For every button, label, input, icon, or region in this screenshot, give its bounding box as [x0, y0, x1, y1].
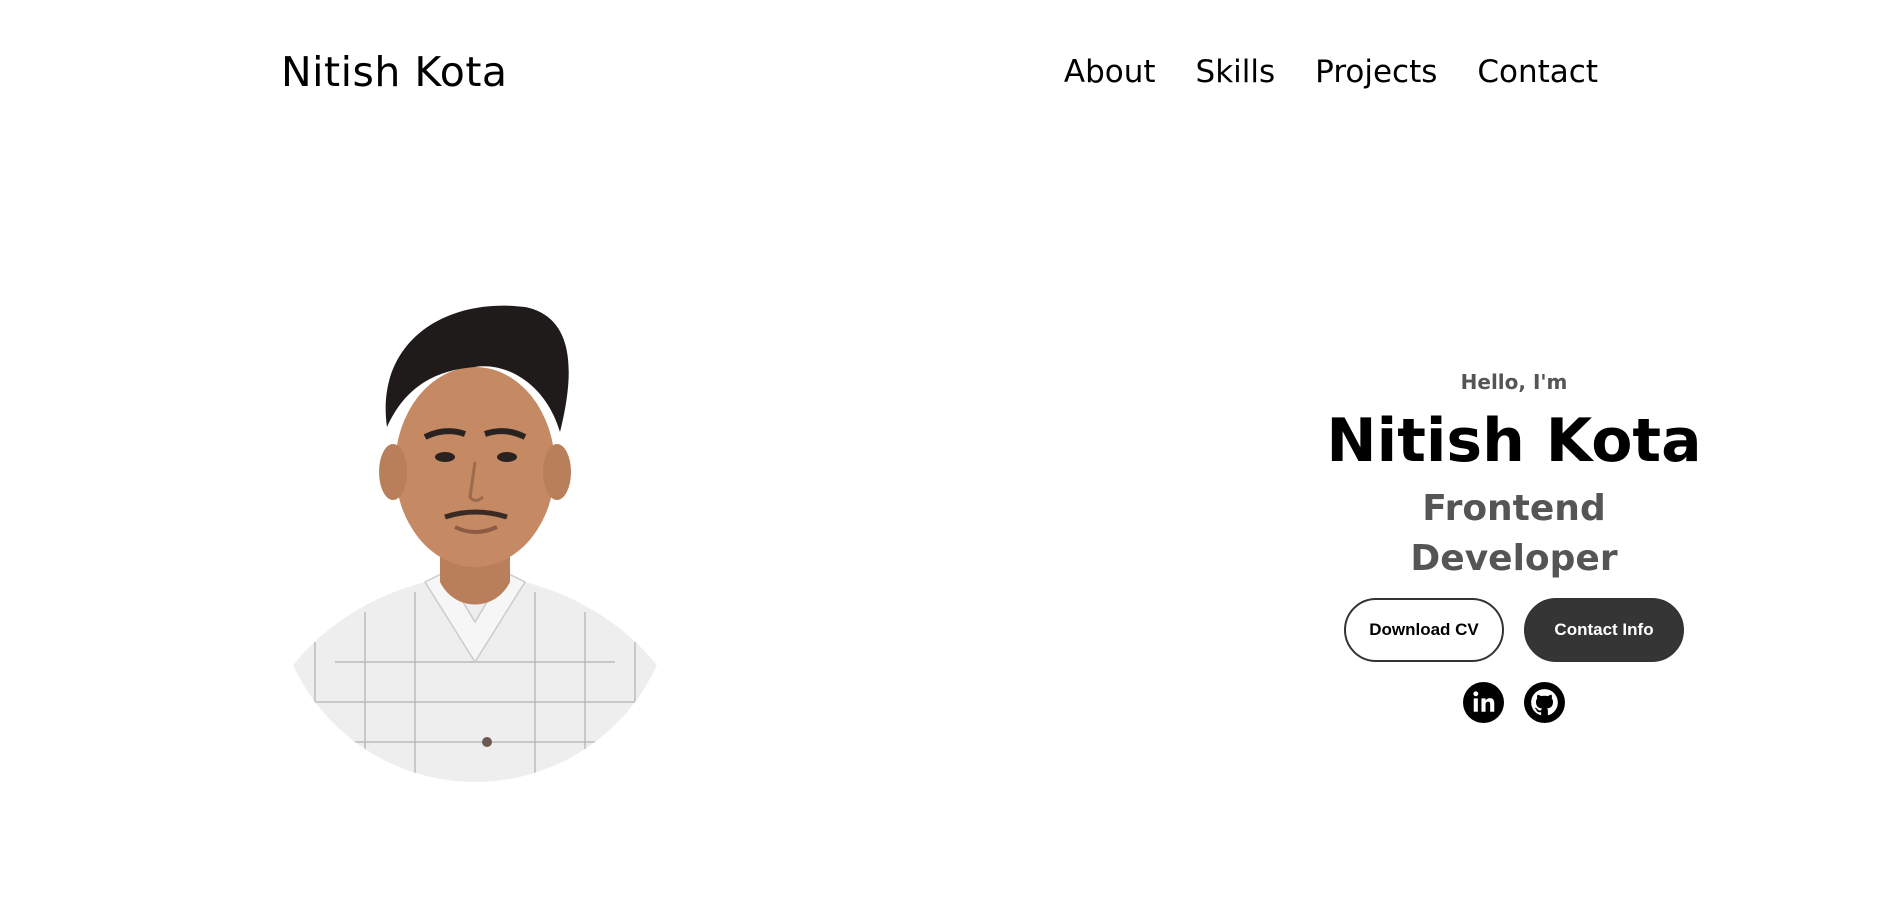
nav-link-about[interactable]: About	[1064, 54, 1156, 90]
hero-text: Hello, I'm Nitish Kota Frontend Develope…	[1314, 370, 1714, 723]
top-nav: Nitish Kota About Skills Projects Contac…	[0, 0, 1886, 140]
nav-link-projects[interactable]: Projects	[1315, 54, 1437, 90]
nav-links: About Skills Projects Contact	[1064, 50, 1598, 94]
nav-link-skills[interactable]: Skills	[1196, 54, 1276, 90]
hero-role: Frontend Developer	[1410, 488, 1618, 579]
profile-photo	[275, 282, 675, 782]
greeting-text: Hello, I'm	[1460, 370, 1568, 394]
hero-name: Nitish Kota	[1326, 406, 1702, 476]
hero-buttons: Download CV Contact Info	[1314, 598, 1714, 662]
site-logo[interactable]: Nitish Kota	[281, 44, 508, 100]
nav-link-contact[interactable]: Contact	[1477, 54, 1598, 90]
linkedin-icon[interactable]	[1463, 682, 1504, 723]
contact-info-button[interactable]: Contact Info	[1524, 598, 1684, 662]
social-links	[1314, 682, 1714, 723]
github-icon[interactable]	[1524, 682, 1565, 723]
download-cv-button[interactable]: Download CV	[1344, 598, 1504, 662]
